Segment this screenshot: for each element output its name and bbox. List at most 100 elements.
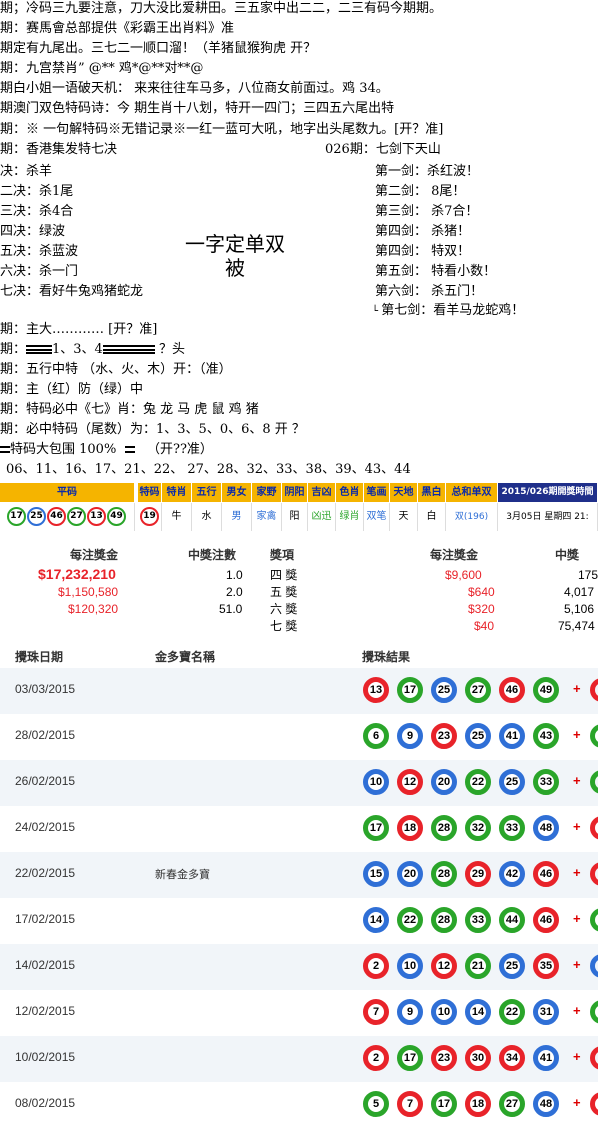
special-ball-cut bbox=[590, 724, 598, 748]
result-ball-number: 22 bbox=[471, 776, 485, 788]
jue-right-6: 第五剑： 特看小数！ bbox=[375, 264, 497, 279]
wuxing-line: 期：五行中特 （水、火、木）开：（准） bbox=[0, 362, 232, 377]
prize-row1-count: 1.0 bbox=[226, 568, 243, 582]
prize-tier-6-count: 5,106 bbox=[564, 602, 595, 616]
result-ball-number: 23 bbox=[437, 730, 451, 742]
results-hdr-date: 攪珠日期 bbox=[15, 650, 64, 664]
result-ball-number: 46 bbox=[539, 914, 553, 926]
plus-sign: + bbox=[573, 773, 581, 788]
result-ball-number: 33 bbox=[471, 914, 485, 926]
result-ball-number: 9 bbox=[406, 1006, 414, 1018]
result-date: 24/02/2015 bbox=[15, 820, 76, 834]
plus-sign: + bbox=[573, 911, 581, 926]
result-ball-number: 32 bbox=[471, 822, 485, 834]
cell-heibai: 白 bbox=[418, 503, 446, 531]
zhuda-line: 期：主大………… [开？准] bbox=[0, 322, 158, 337]
result-ball: 15 bbox=[363, 861, 389, 887]
result-date: 26/02/2015 bbox=[15, 774, 76, 788]
result-ball: 42 bbox=[499, 861, 525, 887]
baotou-line: 特码大包围 100% （开??准） bbox=[0, 441, 213, 459]
prize-tier-6-amount: $320 bbox=[468, 602, 495, 616]
result-ball: 35 bbox=[533, 953, 559, 979]
result-ball-number: 14 bbox=[471, 1006, 485, 1018]
special-ball: 19 bbox=[140, 506, 159, 526]
special-ball-cut bbox=[590, 1046, 598, 1070]
result-ball-number: 27 bbox=[471, 684, 485, 696]
weishu-line: 期：必中特码（尾数）为：1、3、5、0、6、8 开 ？ bbox=[0, 422, 305, 437]
result-ball: 7 bbox=[397, 1091, 423, 1117]
result-ball: 9 bbox=[397, 723, 423, 749]
jue-right-3: 第三剑： 杀7合！ bbox=[375, 204, 479, 219]
special-ball-cut bbox=[590, 954, 598, 978]
result-ball: 28 bbox=[431, 861, 457, 887]
cell-sexiao: 绿肖 bbox=[336, 503, 364, 531]
result-ball-number: 21 bbox=[471, 960, 485, 972]
result-ball: 33 bbox=[499, 815, 525, 841]
result-ball: 22 bbox=[499, 999, 525, 1025]
tou-numbers: 1、3、4 bbox=[52, 342, 103, 357]
plus-sign: + bbox=[573, 1095, 581, 1110]
plus-sign: + bbox=[573, 1049, 581, 1064]
result-ball-number: 28 bbox=[437, 914, 451, 926]
result-ball: 14 bbox=[465, 999, 491, 1025]
result-ball-number: 31 bbox=[539, 1006, 553, 1018]
result-ball: 21 bbox=[465, 953, 491, 979]
hdr-draw-time: 2015/026期開獎時間 bbox=[498, 483, 598, 502]
hdr-texiao: 特肖 bbox=[162, 483, 192, 502]
hdr-nannv: 男女 bbox=[222, 483, 252, 502]
text-line-6: 期澳门双色特码诗：今 期生肖十八划，特开一四门；三四五六尾出特 bbox=[0, 101, 395, 116]
special-ball-cut bbox=[590, 1000, 598, 1024]
result-ball: 48 bbox=[533, 1091, 559, 1117]
result-ball-number: 48 bbox=[539, 822, 553, 834]
results-row: 22/02/2015 新春金多寶 15 20 28 29 42 46 + bbox=[0, 852, 598, 898]
numbers-line: 06、11、16、17、21、22、 27、28、32、33、38、39、43、… bbox=[6, 462, 411, 477]
hdr-jiaye: 家野 bbox=[252, 483, 282, 502]
result-ball: 25 bbox=[431, 677, 457, 703]
result-ball-number: 28 bbox=[437, 822, 451, 834]
result-ball-number: 35 bbox=[539, 960, 553, 972]
result-ball-number: 25 bbox=[437, 684, 451, 696]
result-ball-number: 10 bbox=[403, 960, 417, 972]
text-line-4: 期：九宫禁肖” @** 鸡*@**对**@ bbox=[0, 61, 204, 76]
cell-wuxing: 水 bbox=[192, 503, 222, 531]
jue-left-7: 七决：看好牛兔鸡猪蛇龙 bbox=[0, 284, 144, 299]
prize-tier-7: 七 獎 bbox=[270, 619, 298, 633]
result-ball: 17 bbox=[431, 1091, 457, 1117]
result-ball: 22 bbox=[397, 907, 423, 933]
result-ball: 17 bbox=[397, 1045, 423, 1071]
result-date: 28/02/2015 bbox=[15, 728, 76, 742]
prize-tier-4: 四 獎 bbox=[270, 568, 298, 582]
prize-tier-5: 五 獎 bbox=[270, 585, 298, 599]
result-ball-number: 10 bbox=[369, 776, 383, 788]
jue-right-title: 026期：七剑下天山 bbox=[325, 142, 441, 157]
plus-sign: + bbox=[573, 819, 581, 834]
result-ball-number: 17 bbox=[403, 684, 417, 696]
jue-right-8-text: 第七剑：看羊马龙蛇鸡！ bbox=[381, 303, 525, 318]
result-ball: 46 bbox=[533, 861, 559, 887]
result-date: 03/03/2015 bbox=[15, 682, 76, 696]
result-ball: 29 bbox=[465, 861, 491, 887]
result-ball-number: 20 bbox=[437, 776, 451, 788]
result-ball-number: 9 bbox=[406, 730, 414, 742]
jue-left-5: 五决：杀蓝波 bbox=[0, 244, 79, 259]
result-ball: 33 bbox=[465, 907, 491, 933]
big-title-line-1: 一字定单双 bbox=[185, 232, 285, 256]
text-line-5: 期白小姐一语破天机： 来来往往车马多，八位商女前面过。鸡 34。 bbox=[0, 81, 389, 96]
result-ball: 28 bbox=[431, 907, 457, 933]
result-ball-number: 20 bbox=[403, 868, 417, 880]
result-ball-number: 13 bbox=[369, 684, 383, 696]
prize-hdr-amount-right: 每注獎金 bbox=[430, 548, 479, 562]
result-ball-number: 17 bbox=[403, 1052, 417, 1064]
result-ball: 25 bbox=[499, 953, 525, 979]
cell-pingma-balls: 17 25 46 27 13 49 bbox=[0, 503, 135, 531]
hdr-pingma: 平码 bbox=[0, 483, 135, 502]
results-hdr-result: 攪珠結果 bbox=[362, 650, 411, 664]
plus-sign: + bbox=[573, 681, 581, 696]
results-row: 14/02/2015 2 10 12 21 25 35 + bbox=[0, 944, 598, 990]
result-date: 10/02/2015 bbox=[15, 1050, 76, 1064]
results-row: 26/02/2015 10 12 20 22 25 33 + bbox=[0, 760, 598, 806]
prize-tier-7-count: 75,474 bbox=[558, 619, 595, 633]
jue-left-6: 六决：杀一门 bbox=[0, 264, 79, 279]
result-ball-number: 25 bbox=[505, 776, 519, 788]
baotou-text: 特码大包围 100% bbox=[10, 442, 117, 457]
